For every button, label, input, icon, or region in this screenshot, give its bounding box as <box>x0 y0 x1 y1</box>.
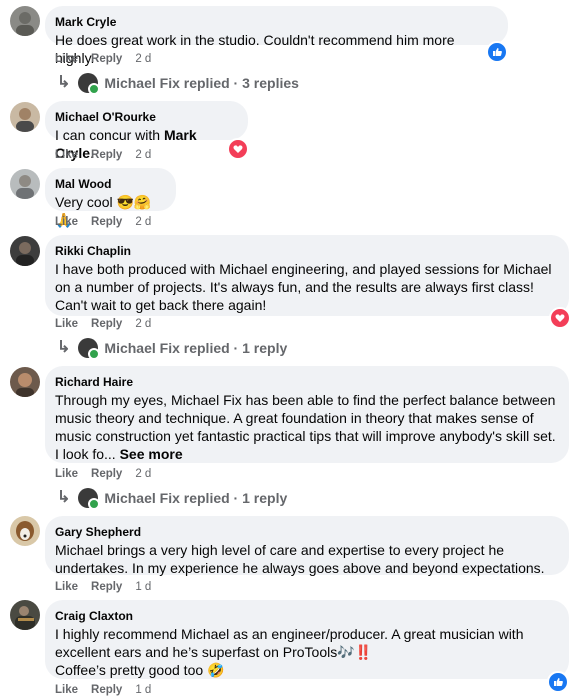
comment-bubble: Mal Wood Very cool 😎🤗🙏 <box>45 168 176 228</box>
comment-bubble: Richard Haire Through my eyes, Michael F… <box>45 366 569 463</box>
timestamp[interactable]: 2 d <box>135 53 151 65</box>
reply-button[interactable]: Reply <box>91 581 122 593</box>
online-status-icon <box>88 498 101 510</box>
comment-bubble: Gary Shepherd Michael brings a very high… <box>45 516 569 576</box>
avatar[interactable] <box>10 6 40 36</box>
commenter-name[interactable]: Mal Wood <box>55 176 164 192</box>
like-button[interactable]: Like <box>55 216 78 228</box>
reply-arrow-icon: ↳ <box>57 489 71 506</box>
comment-actions: Like Reply 2 d <box>55 318 164 330</box>
reply-author-avatar <box>78 488 101 510</box>
reply-author-avatar <box>78 338 101 360</box>
like-button[interactable]: Like <box>55 53 78 65</box>
reply-arrow-icon: ↳ <box>57 339 71 356</box>
online-status-icon <box>88 348 101 360</box>
commenter-name[interactable]: Michael O'Rourke <box>55 109 236 125</box>
comment-actions: Like Reply 1 d <box>55 684 164 696</box>
comment-text: Michael brings a very high level of care… <box>55 542 545 576</box>
reply-author-name: Michael Fix <box>104 490 180 506</box>
timestamp[interactable]: 1 d <box>135 684 151 696</box>
comment-text-line-2: Coffee’s pretty good too 🤣 <box>55 662 225 678</box>
comment-text: Through my eyes, Michael Fix has been ab… <box>55 391 557 463</box>
comment-actions: Like Reply 2 d <box>55 53 164 65</box>
timestamp[interactable]: 1 d <box>135 581 151 593</box>
view-replies-link[interactable]: ↳ Michael Fix replied · 3 replies <box>57 73 299 95</box>
comment-bubble: Craig Claxton I highly recommend Michael… <box>45 600 569 679</box>
avatar[interactable] <box>10 516 40 546</box>
love-reaction-icon[interactable] <box>549 307 571 329</box>
reply-author-avatar <box>78 73 101 95</box>
commenter-name[interactable]: Gary Shepherd <box>55 524 557 540</box>
reply-button[interactable]: Reply <box>91 53 122 65</box>
avatar[interactable] <box>10 600 40 630</box>
comment-text: I highly recommend Michael as an enginee… <box>55 626 524 660</box>
commenter-name[interactable]: Mark Cryle <box>55 14 496 30</box>
reply-button[interactable]: Reply <box>91 318 122 330</box>
timestamp[interactable]: 2 d <box>135 468 151 480</box>
timestamp[interactable]: 2 d <box>135 149 151 161</box>
like-button[interactable]: Like <box>55 684 78 696</box>
reply-arrow-icon: ↳ <box>57 74 71 91</box>
reply-count-label: replied · 1 reply <box>183 340 288 356</box>
comment-text-part: I can concur with <box>55 127 164 143</box>
comment-actions: Like Reply 2 d <box>55 468 164 480</box>
commenter-name[interactable]: Richard Haire <box>55 374 557 390</box>
like-reaction-icon[interactable] <box>547 671 569 693</box>
comment-actions: Like Reply 2 d <box>55 149 164 161</box>
reply-button[interactable]: Reply <box>91 468 122 480</box>
like-button[interactable]: Like <box>55 468 78 480</box>
view-replies-link[interactable]: ↳ Michael Fix replied · 1 reply <box>57 338 288 360</box>
reply-count-label: replied · 1 reply <box>183 490 288 506</box>
comment-text: I have both produced with Michael engine… <box>55 261 552 313</box>
reply-button[interactable]: Reply <box>91 149 122 161</box>
avatar[interactable] <box>10 169 40 199</box>
timestamp[interactable]: 2 d <box>135 216 151 228</box>
reply-button[interactable]: Reply <box>91 216 122 228</box>
comment-actions: Like Reply 1 d <box>55 581 164 593</box>
like-button[interactable]: Like <box>55 149 78 161</box>
timestamp[interactable]: 2 d <box>135 318 151 330</box>
commenter-name[interactable]: Rikki Chaplin <box>55 243 557 259</box>
comment-actions: Like Reply 2 d <box>55 216 164 228</box>
view-replies-link[interactable]: ↳ Michael Fix replied · 1 reply <box>57 488 288 510</box>
like-button[interactable]: Like <box>55 581 78 593</box>
avatar[interactable] <box>10 102 40 132</box>
comment-bubble: Mark Cryle He does great work in the stu… <box>45 6 508 66</box>
reply-count-label: replied · 3 replies <box>183 75 299 91</box>
commenter-name[interactable]: Craig Claxton <box>55 608 557 624</box>
love-reaction-icon[interactable] <box>227 138 249 160</box>
avatar[interactable] <box>10 367 40 397</box>
reply-author-name: Michael Fix <box>104 75 180 91</box>
like-button[interactable]: Like <box>55 318 78 330</box>
reply-button[interactable]: Reply <box>91 684 122 696</box>
like-reaction-icon[interactable] <box>486 41 508 63</box>
comment-bubble: Rikki Chaplin I have both produced with … <box>45 235 569 316</box>
avatar[interactable] <box>10 236 40 266</box>
comment-bubble: Michael O'Rourke I can concur with Mark … <box>45 101 248 161</box>
online-status-icon <box>88 83 101 95</box>
reply-author-name: Michael Fix <box>104 340 180 356</box>
see-more-link[interactable]: See more <box>120 446 183 462</box>
